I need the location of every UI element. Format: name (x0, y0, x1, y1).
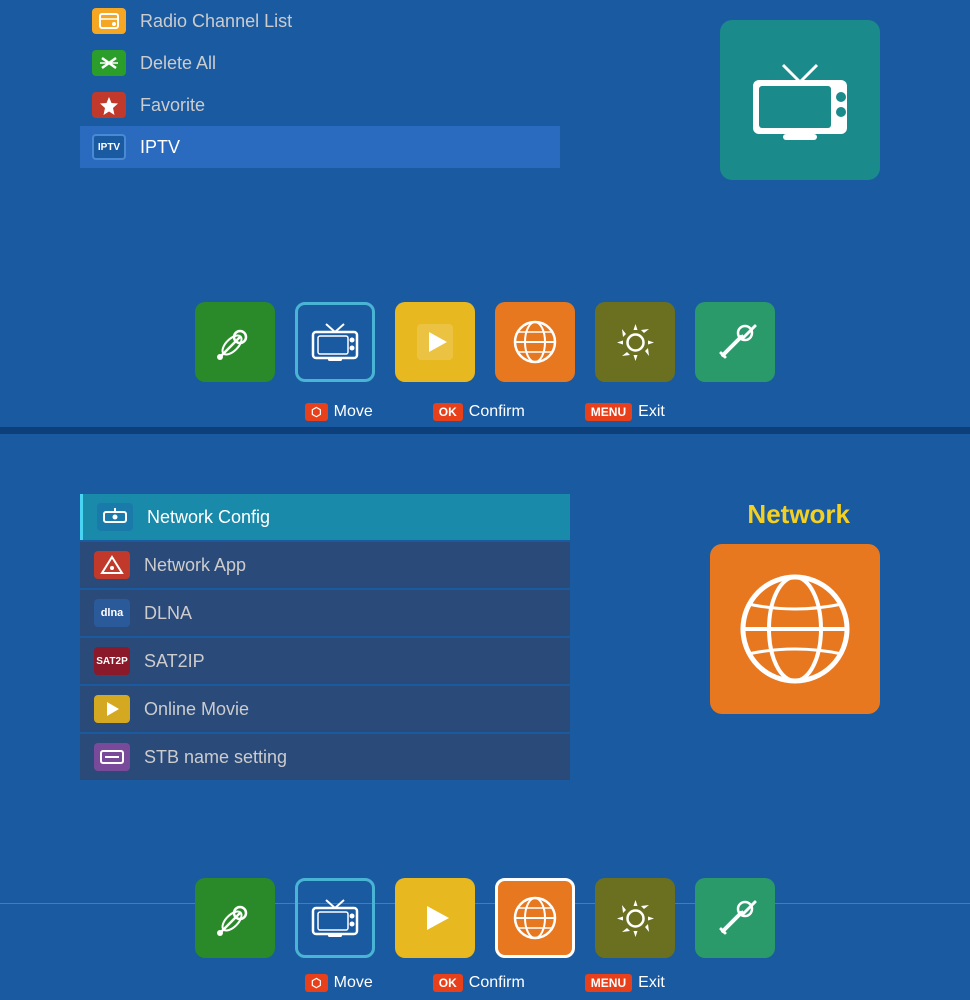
bottom-move-label: Move (334, 974, 373, 992)
move-control: ⬡ Move (305, 403, 373, 421)
menu-item-network-config[interactable]: Network Config (80, 494, 570, 540)
nav-tools-btn[interactable] (695, 302, 775, 382)
exit-label: Exit (638, 403, 665, 421)
bottom-nav-globe-btn[interactable] (495, 878, 575, 958)
nav-gear-btn[interactable] (595, 302, 675, 382)
network-app-label: Network App (144, 555, 246, 576)
menu-item-online-movie[interactable]: Online Movie (80, 686, 570, 732)
movie-icon (94, 695, 130, 723)
sat2ip-icon: SAT2P (94, 647, 130, 675)
menu-item-radio[interactable]: Radio Channel List (80, 0, 560, 42)
bottom-exit-label: Exit (638, 974, 665, 992)
menu-badge: MENU (585, 403, 632, 421)
iptv-label: IPTV (140, 137, 180, 158)
bottom-controls-bar: ⬡ Move OK Confirm MENU Exit (0, 974, 970, 992)
menu-item-favorite[interactable]: Favorite (80, 84, 560, 126)
bottom-exit-control: MENU Exit (585, 974, 665, 992)
sat2ip-label: SAT2IP (144, 651, 205, 672)
ok-badge: OK (433, 403, 463, 421)
move-badge: ⬡ (305, 403, 327, 421)
menu-item-iptv[interactable]: IPTV IPTV (80, 126, 560, 168)
bottom-nav-play-btn[interactable] (395, 878, 475, 958)
netapp-icon (94, 551, 130, 579)
tv-icon-top (720, 20, 880, 180)
bottom-nav-satellite-btn[interactable] (195, 878, 275, 958)
nav-tv-btn[interactable] (295, 302, 375, 382)
radio-icon (92, 8, 126, 34)
favorite-icon (92, 92, 126, 118)
confirm-label: Confirm (469, 403, 525, 421)
bottom-panel: Network Config Network App dlna DLNA SAT… (0, 434, 970, 1000)
stb-name-label: STB name setting (144, 747, 287, 768)
online-movie-label: Online Movie (144, 699, 249, 720)
bottom-nav-icons (0, 878, 970, 958)
top-menu-list: Radio Channel List Delete All Favorite I… (80, 0, 560, 168)
favorite-label: Favorite (140, 95, 205, 116)
move-label: Move (334, 403, 373, 421)
menu-item-sat2ip[interactable]: SAT2P SAT2IP (80, 638, 570, 684)
network-menu-list: Network Config Network App dlna DLNA SAT… (80, 494, 570, 782)
network-title: Network (747, 499, 850, 530)
globe-icon-large (710, 544, 880, 714)
stb-icon (94, 743, 130, 771)
radio-label: Radio Channel List (140, 11, 292, 32)
menu-item-delete[interactable]: Delete All (80, 42, 560, 84)
bottom-nav-tv-btn[interactable] (295, 878, 375, 958)
menu-item-network-app[interactable]: Network App (80, 542, 570, 588)
delete-label: Delete All (140, 53, 216, 74)
bottom-menu-badge: MENU (585, 974, 632, 992)
top-panel: Radio Channel List Delete All Favorite I… (0, 0, 970, 430)
bottom-confirm-label: Confirm (469, 974, 525, 992)
top-controls-bar: ⬡ Move OK Confirm MENU Exit (0, 403, 970, 421)
menu-item-stb-name[interactable]: STB name setting (80, 734, 570, 780)
bottom-nav-tools-btn[interactable] (695, 878, 775, 958)
nav-globe-btn[interactable] (495, 302, 575, 382)
bottom-confirm-control: OK Confirm (433, 974, 525, 992)
bottom-nav-gear-btn[interactable] (595, 878, 675, 958)
network-config-label: Network Config (147, 507, 270, 528)
bottom-move-control: ⬡ Move (305, 974, 373, 992)
nav-play-btn[interactable] (395, 302, 475, 382)
bottom-ok-badge: OK (433, 974, 463, 992)
menu-item-dlna[interactable]: dlna DLNA (80, 590, 570, 636)
iptv-icon: IPTV (92, 134, 126, 160)
bottom-move-badge: ⬡ (305, 974, 327, 992)
confirm-control: OK Confirm (433, 403, 525, 421)
top-nav-icons (0, 302, 970, 382)
nav-satellite-btn[interactable] (195, 302, 275, 382)
exit-control: MENU Exit (585, 403, 665, 421)
delete-icon (92, 50, 126, 76)
netconfig-icon (97, 503, 133, 531)
dlna-icon: dlna (94, 599, 130, 627)
dlna-label: DLNA (144, 603, 192, 624)
